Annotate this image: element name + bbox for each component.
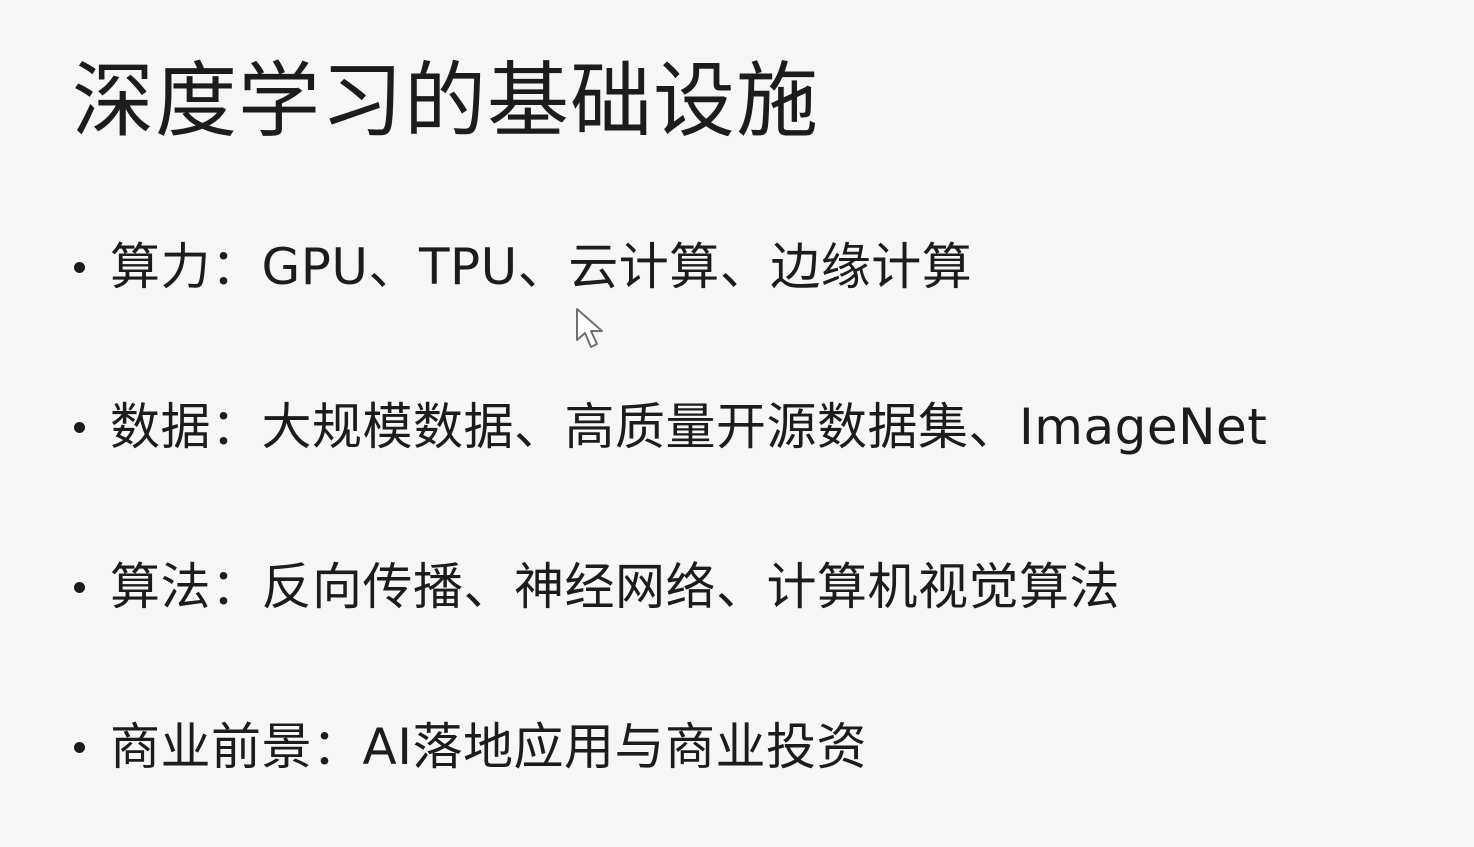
bullet-dot-icon bbox=[74, 741, 85, 753]
mouse-pointer-icon bbox=[576, 308, 603, 348]
bullet-dot-icon bbox=[74, 261, 85, 273]
bullet-text: 商业前景：AI落地应用与商业投资 bbox=[110, 718, 867, 776]
bullet-item-business: 商业前景：AI落地应用与商业投资 bbox=[70, 712, 1267, 782]
bullet-item-algorithms: 算法：反向传播、神经网络、计算机视觉算法 bbox=[70, 552, 1267, 622]
slide-title: 深度学习的基础设施 bbox=[72, 54, 820, 149]
bullet-item-compute: 算力：GPU、TPU、云计算、边缘计算 bbox=[70, 232, 1267, 302]
bullet-list: 算力：GPU、TPU、云计算、边缘计算 数据：大规模数据、高质量开源数据集、Im… bbox=[70, 232, 1267, 782]
presentation-slide: 深度学习的基础设施 算力：GPU、TPU、云计算、边缘计算 数据：大规模数据、高… bbox=[0, 0, 1474, 847]
bullet-dot-icon bbox=[74, 421, 85, 433]
bullet-dot-icon bbox=[74, 581, 85, 593]
bullet-text: 数据：大规模数据、高质量开源数据集、ImageNet bbox=[110, 398, 1268, 456]
bullet-item-data: 数据：大规模数据、高质量开源数据集、ImageNet bbox=[70, 392, 1267, 462]
bullet-text: 算法：反向传播、神经网络、计算机视觉算法 bbox=[110, 558, 1120, 616]
bullet-text: 算力：GPU、TPU、云计算、边缘计算 bbox=[110, 238, 973, 296]
